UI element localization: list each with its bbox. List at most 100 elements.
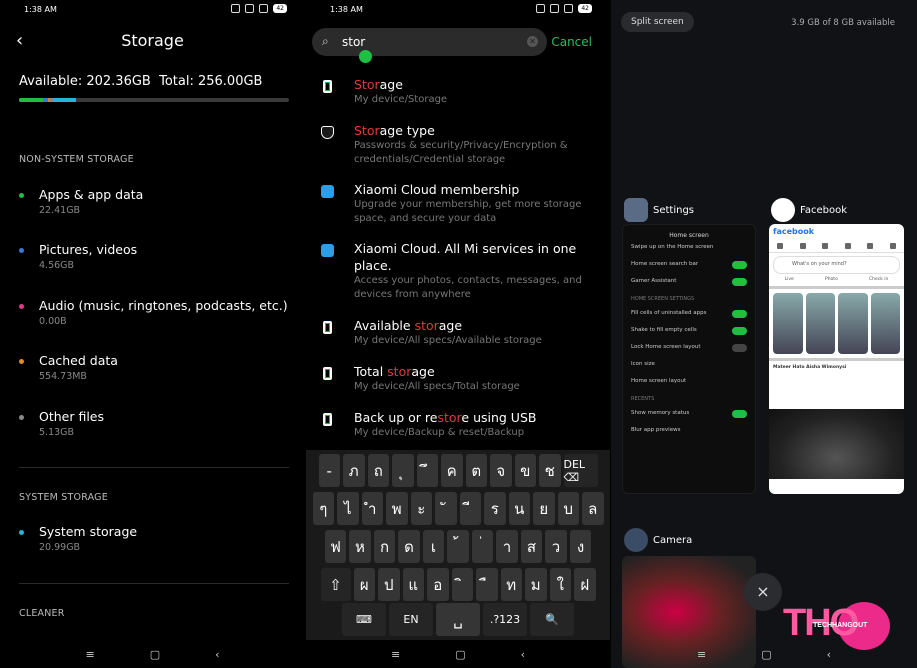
key[interactable]: ั — [435, 492, 457, 525]
result-title: Storage type — [354, 122, 599, 139]
back-nav-icon[interactable]: ‹ — [521, 648, 525, 661]
key[interactable]: ึ — [416, 454, 438, 487]
signal-icon — [245, 4, 255, 13]
battery-icon: 42 — [578, 4, 592, 13]
key[interactable]: ี — [459, 492, 481, 525]
key[interactable]: บ — [557, 492, 579, 525]
storage-item[interactable]: Audio (music, ringtones, podcasts, etc.)… — [19, 298, 299, 332]
key[interactable]: น — [508, 492, 530, 525]
key[interactable]: ื — [476, 568, 498, 601]
settings-gear-icon — [624, 198, 648, 222]
key[interactable]: ง — [569, 530, 592, 563]
phone-icon — [323, 413, 332, 426]
key[interactable]: ค — [441, 454, 463, 487]
storage-item[interactable]: Other files 5.13GB — [19, 409, 299, 443]
match-highlight: Stor — [354, 123, 380, 138]
key[interactable]: จ — [490, 454, 512, 487]
keyboard-switch-key[interactable]: ⌨ — [342, 603, 386, 636]
storage-item-name: Pictures, videos — [39, 242, 138, 257]
clear-icon[interactable]: ✕ — [527, 36, 538, 47]
toggle-switch — [732, 327, 747, 335]
camera-app-label[interactable]: Camera — [624, 528, 692, 552]
post-image — [769, 409, 904, 479]
key[interactable]: ใ — [549, 568, 571, 601]
key[interactable]: ่ — [471, 530, 494, 563]
key[interactable]: ๆ — [312, 492, 334, 525]
facebook-post: Mateer Hato Aisha Wimonysi — [769, 361, 904, 409]
key[interactable]: ด — [398, 530, 420, 563]
key[interactable]: ฟ — [324, 530, 347, 563]
storage-item[interactable]: Pictures, videos 4.56GB — [19, 242, 299, 276]
symbols-key[interactable]: .?123 — [483, 603, 527, 636]
facebook-preview-card[interactable]: facebook What's on your mind? Live Photo… — [769, 224, 904, 494]
storage-item[interactable]: Cached data 554.73MB — [19, 353, 299, 387]
home-nav-icon[interactable]: ▢ — [761, 648, 771, 661]
language-key[interactable]: EN — [389, 603, 433, 636]
close-all-button[interactable]: × — [744, 573, 782, 611]
key[interactable]: ร — [484, 492, 506, 525]
key[interactable]: ส — [520, 530, 543, 563]
preview-row-label: Gamer Assistant — [631, 278, 677, 284]
result-path: My device/All specs/Total storage — [354, 381, 520, 392]
storage-item[interactable]: Apps & app data 22.41GB — [19, 187, 299, 221]
key[interactable]: ะ — [410, 492, 432, 525]
result-title: Storage — [354, 76, 599, 93]
status-time: 1:38 AM — [24, 5, 57, 14]
key[interactable]: ถ — [367, 454, 389, 487]
search-bar[interactable]: ⌕ ✕ — [312, 28, 547, 56]
back-nav-icon[interactable]: ‹ — [827, 648, 831, 661]
key[interactable]: า — [496, 530, 518, 563]
delete-key[interactable]: DEL ⌫ — [563, 454, 598, 487]
key[interactable]: ฝ — [574, 568, 596, 601]
shift-key[interactable]: ⇧ — [320, 568, 351, 601]
settings-preview-card[interactable]: Home screen Swipe up on the Home screen H… — [622, 224, 756, 494]
key[interactable]: ท — [500, 568, 522, 601]
facebook-app-label[interactable]: Facebook — [771, 198, 847, 222]
settings-app-label[interactable]: Settings — [624, 198, 694, 222]
key[interactable]: ก — [373, 530, 396, 563]
wifi-icon — [564, 4, 574, 13]
cancel-button[interactable]: Cancel — [551, 35, 592, 49]
home-nav-icon[interactable]: ▢ — [455, 648, 465, 661]
key[interactable]: ล — [582, 492, 604, 525]
key[interactable]: ย — [533, 492, 555, 525]
key[interactable]: ภ — [343, 454, 365, 487]
key[interactable]: ม — [525, 568, 547, 601]
key[interactable]: เ — [422, 530, 445, 563]
key[interactable]: ำ — [361, 492, 383, 525]
key[interactable]: ไ — [337, 492, 359, 525]
storage-item-name: System storage — [39, 524, 138, 539]
menu-nav-icon[interactable]: ≡ — [85, 648, 94, 661]
back-nav-icon[interactable]: ‹ — [215, 648, 219, 661]
space-key[interactable]: ␣ — [436, 603, 480, 636]
result-path: Access your photos, contacts, messages, … — [354, 275, 582, 300]
text-cursor-handle[interactable] — [359, 50, 372, 63]
key[interactable]: ผ — [353, 568, 375, 601]
key[interactable]: ต — [465, 454, 487, 487]
key[interactable]: แ — [402, 568, 424, 601]
key[interactable]: ิ — [451, 568, 473, 601]
menu-nav-icon[interactable]: ≡ — [697, 648, 706, 661]
key[interactable]: ป — [378, 568, 400, 601]
cloud-icon — [321, 244, 334, 257]
key[interactable]: ว — [545, 530, 567, 563]
navigation-bar: ≡ ▢ ‹ — [306, 640, 610, 668]
split-screen-button[interactable]: Split screen — [621, 12, 694, 32]
preview-row-label: Icon size — [631, 361, 655, 367]
search-key[interactable]: 🔍 — [530, 603, 574, 636]
key[interactable]: อ — [427, 568, 449, 601]
key[interactable]: ุ — [392, 454, 414, 487]
preview-setting-row: Home screen search bar — [623, 256, 755, 273]
menu-nav-icon[interactable]: ≡ — [391, 648, 400, 661]
home-nav-icon[interactable]: ▢ — [150, 648, 160, 661]
key[interactable]: พ — [386, 492, 408, 525]
key[interactable]: ช — [539, 454, 561, 487]
preview-row-label: Show memory status — [631, 410, 690, 416]
key[interactable]: ้ — [447, 530, 469, 563]
key[interactable]: - — [318, 454, 340, 487]
key[interactable]: ข — [514, 454, 536, 487]
search-input[interactable] — [342, 32, 522, 52]
facebook-status-prompt: What's on your mind? — [773, 256, 900, 274]
key[interactable]: ห — [349, 530, 371, 563]
storage-item-system[interactable]: System storage 20.99GB — [19, 524, 299, 556]
